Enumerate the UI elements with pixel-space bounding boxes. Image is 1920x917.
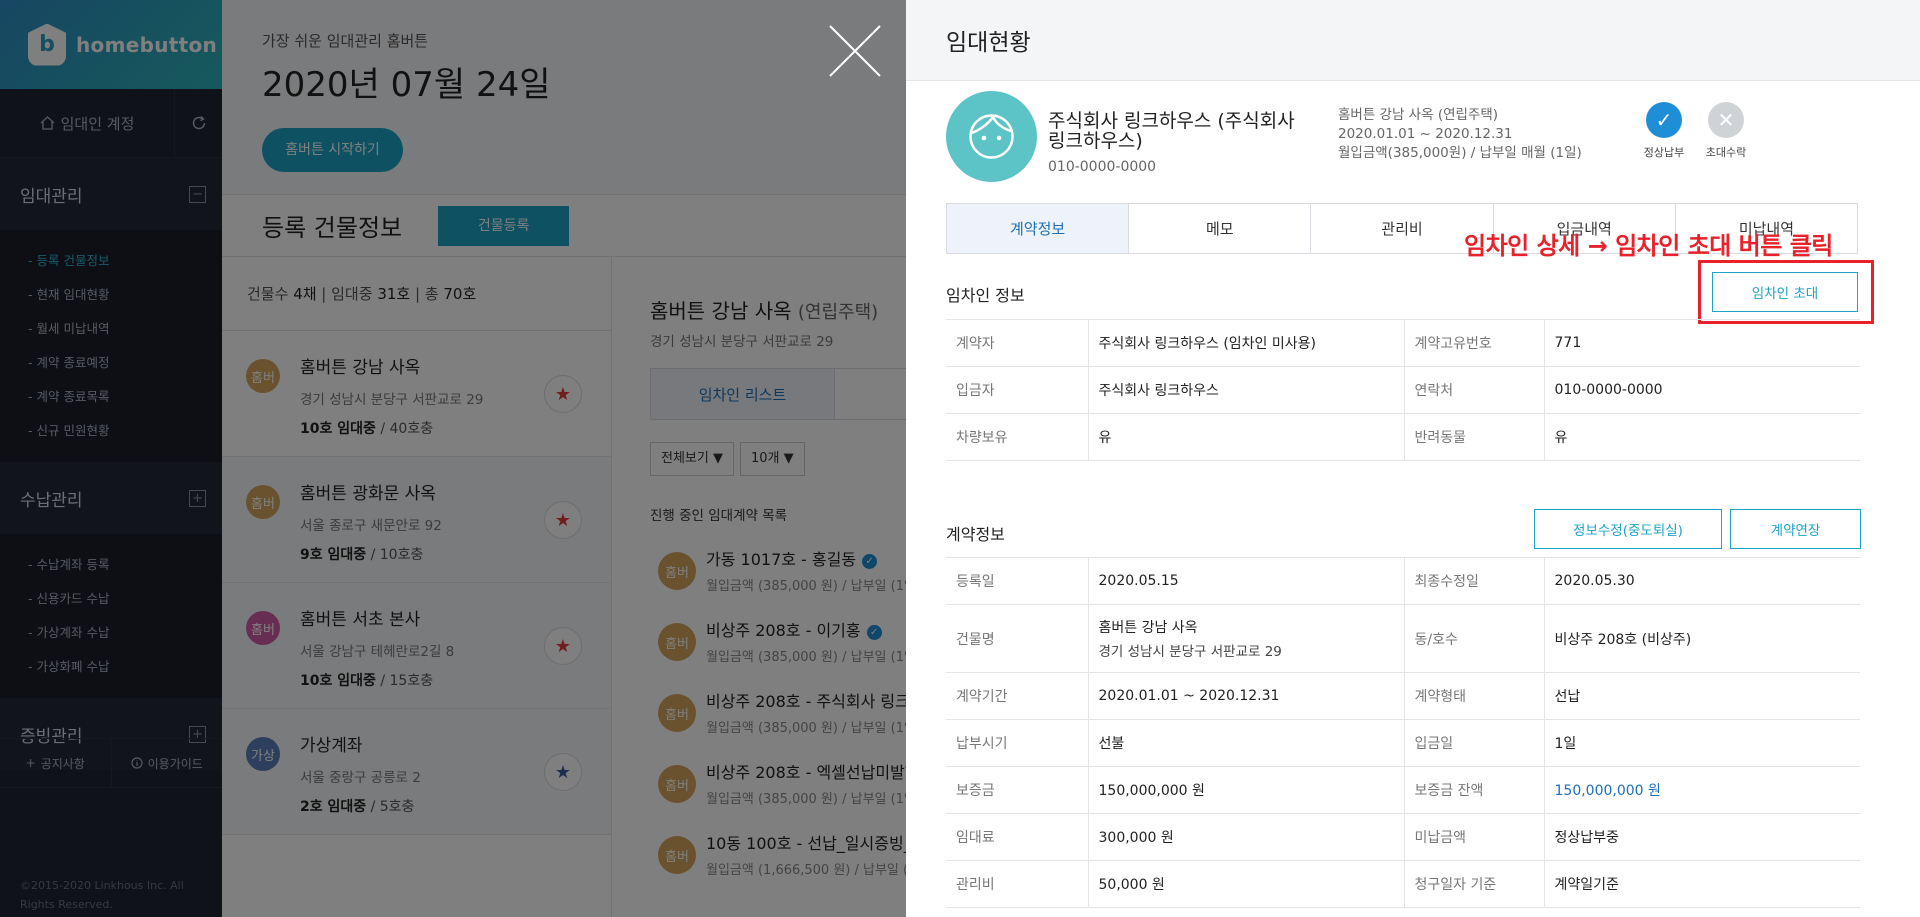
field-value: 선납 xyxy=(1544,672,1860,720)
tenant-lease-info: 홈버튼 강남 사옥 (연립주택) 2020.01.01 ~ 2020.12.31… xyxy=(1338,106,1582,163)
field-label: 입금일 xyxy=(1404,719,1545,767)
field-label: 연락처 xyxy=(1404,366,1545,414)
field-label: 계약형태 xyxy=(1404,672,1545,720)
contract-info-title: 계약정보 xyxy=(946,525,1005,544)
table-row: 납부시기 선불 입금일 1일 xyxy=(946,719,1860,767)
field-value: 정상납부중 xyxy=(1544,813,1860,861)
field-label: 보증금 xyxy=(946,766,1089,814)
field-value: 주식회사 링크하우스 xyxy=(1088,366,1405,414)
building-address: 경기 성남시 분당구 서판교로 29 xyxy=(1098,644,1282,660)
field-value: 유 xyxy=(1088,413,1405,461)
extend-contract-button[interactable]: 계약연장 xyxy=(1730,509,1861,549)
face-icon xyxy=(969,114,1014,159)
field-label: 동/호수 xyxy=(1404,604,1545,673)
field-value: 1일 xyxy=(1544,719,1860,767)
tab-memo[interactable]: 메모 xyxy=(1129,204,1312,253)
field-label: 계약고유번호 xyxy=(1404,319,1545,367)
field-value: 300,000 원 xyxy=(1088,813,1405,861)
badge-label: 정상납부 xyxy=(1643,146,1685,159)
table-row: 관리비 50,000 원 청구일자 기준 계약일기준 xyxy=(946,860,1860,908)
table-row: 차량보유 유 반려동물 유 xyxy=(946,413,1860,461)
table-row: 계약자 주식회사 링크하우스 (임차인 미사용) 계약고유번호 771 xyxy=(946,319,1860,367)
building-name: 홈버튼 강남 사옥 xyxy=(1098,620,1198,636)
field-label: 보증금 잔액 xyxy=(1404,766,1545,814)
close-icon[interactable] xyxy=(828,24,882,78)
table-row: 보증금 150,000,000 원 보증금 잔액 150,000,000 원 xyxy=(946,766,1860,814)
field-label: 계약자 xyxy=(946,319,1089,367)
field-label: 반려동물 xyxy=(1404,413,1545,461)
lease-payment: 월입금액(385,000원) / 납부일 매월 (1일) xyxy=(1338,145,1582,161)
tenant-info-table: 계약자 주식회사 링크하우스 (임차인 미사용) 계약고유번호 771 입금자 주식회사 … xyxy=(946,319,1860,461)
field-label: 건물명 xyxy=(946,604,1089,673)
edit-info-button[interactable]: 정보수정(중도퇴실) xyxy=(1534,509,1722,549)
status-badge-normal: ✓ 정상납부 xyxy=(1634,102,1694,160)
field-value: 계약일기준 xyxy=(1544,860,1860,908)
table-row: 임대료 300,000 원 미납금액 정상납부중 xyxy=(946,813,1860,861)
field-value: 2020.05.30 xyxy=(1544,557,1860,605)
field-label: 차량보유 xyxy=(946,413,1089,461)
field-label: 청구일자 기준 xyxy=(1404,860,1545,908)
annotation-text: 임차인 상세 → 임차인 초대 버튼 클릭 xyxy=(1464,232,1833,260)
table-row: 계약기간 2020.01.01 ~ 2020.12.31 계약형태 선납 xyxy=(946,672,1860,720)
table-row: 등록일 2020.05.15 최종수정일 2020.05.30 xyxy=(946,557,1860,605)
lease-period: 2020.01.01 ~ 2020.12.31 xyxy=(1338,126,1513,142)
field-value: 유 xyxy=(1544,413,1860,461)
field-value: 선불 xyxy=(1088,719,1405,767)
lease-building: 홈버튼 강남 사옥 (연립주택) xyxy=(1338,107,1499,123)
panel-title: 임대현황 xyxy=(906,0,1920,81)
field-label: 관리비 xyxy=(946,860,1089,908)
table-row: 입금자 주식회사 링크하우스 연락처 010-0000-0000 xyxy=(946,366,1860,414)
modal-backdrop[interactable] xyxy=(0,0,906,917)
field-value: 150,000,000 원 xyxy=(1544,766,1860,814)
field-value: 홈버튼 강남 사옥경기 성남시 분당구 서판교로 29 xyxy=(1088,604,1405,673)
annotation-highlight-box xyxy=(1698,260,1874,324)
field-value: 2020.05.15 xyxy=(1088,557,1405,605)
field-label: 계약기간 xyxy=(946,672,1089,720)
field-value: 50,000 원 xyxy=(1088,860,1405,908)
table-row: 건물명 홈버튼 강남 사옥 경기 성남시 분당구 서판교로 29 동/호수 비상주 20… xyxy=(946,604,1860,673)
tenant-summary: 주식회사 링크하우스 (주식회사 링크하우스) 010-0000-0000 홈버… xyxy=(906,81,1920,204)
badge-label: 초대수락 xyxy=(1705,146,1747,159)
close-small-icon: ✕ xyxy=(1708,102,1744,138)
field-value: 비상주 208호 (비상주) xyxy=(1544,604,1860,673)
field-label: 미납금액 xyxy=(1404,813,1545,861)
tab-contract-info[interactable]: 계약정보 xyxy=(947,204,1130,253)
tenant-info-title: 임차인 정보 xyxy=(946,286,1025,305)
check-icon: ✓ xyxy=(1646,102,1682,138)
tenant-name: 주식회사 링크하우스 (주식회사 링크하우스) xyxy=(1048,110,1295,152)
field-value: 771 xyxy=(1544,319,1860,367)
avatar xyxy=(946,91,1037,182)
status-badge-invite: ✕ 초대수락 xyxy=(1696,102,1756,160)
tenant-phone: 010-0000-0000 xyxy=(1048,159,1157,175)
field-label: 입금자 xyxy=(946,366,1089,414)
field-value: 150,000,000 원 xyxy=(1088,766,1405,814)
field-label: 납부시기 xyxy=(946,719,1089,767)
field-label: 최종수정일 xyxy=(1404,557,1545,605)
field-label: 등록일 xyxy=(946,557,1089,605)
field-value: 010-0000-0000 xyxy=(1544,366,1860,414)
lease-status-panel: 임대현황 주식회사 링크하우스 (주식회사 링크하우스) 010-0000-00… xyxy=(906,0,1920,917)
field-value: 주식회사 링크하우스 (임차인 미사용) xyxy=(1088,319,1405,367)
field-value: 2020.01.01 ~ 2020.12.31 xyxy=(1088,672,1405,720)
field-label: 임대료 xyxy=(946,813,1089,861)
contract-info-table: 등록일 2020.05.15 최종수정일 2020.05.30 건물명 홈버튼 강남 사옥… xyxy=(946,557,1860,908)
